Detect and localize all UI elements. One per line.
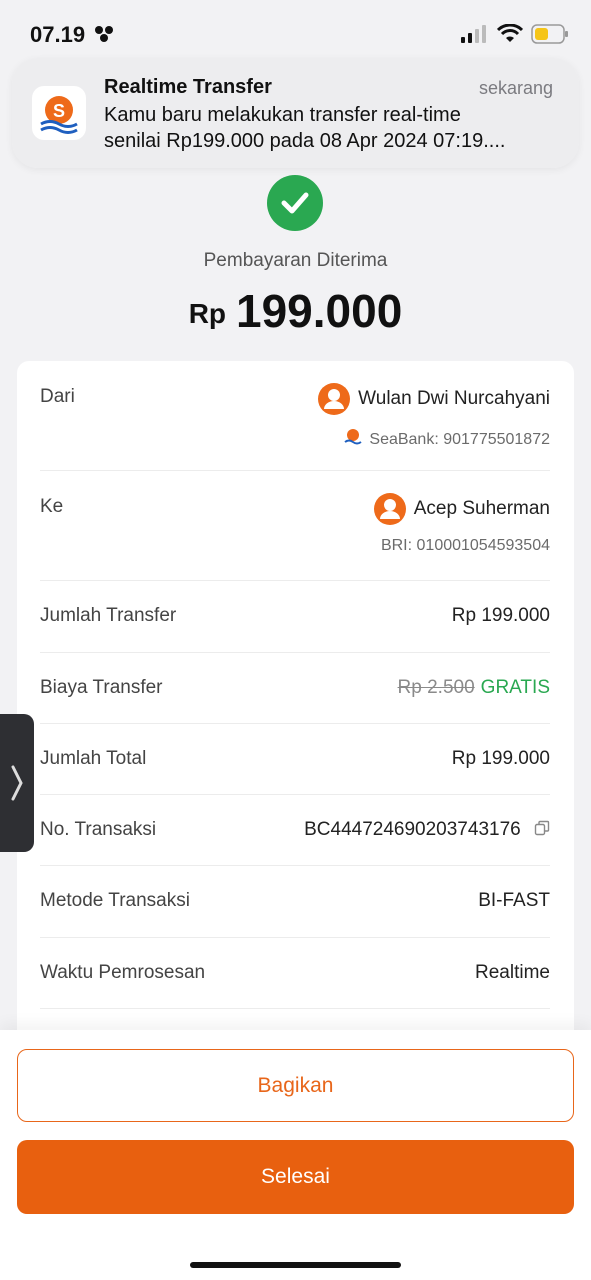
mindfulness-icon	[92, 24, 116, 49]
amount-currency: Rp	[188, 298, 227, 329]
to-name-wrap: Acep Suherman	[373, 493, 550, 525]
notification-time: sekarang	[478, 78, 553, 98]
transfer-amount-row: Jumlah Transfer Rp 199.000	[40, 581, 550, 653]
status-icons	[461, 24, 569, 44]
transfer-fee-row: Biaya Transfer Rp 2.500 GRATIS	[40, 653, 550, 724]
done-button[interactable]: Selesai	[17, 1140, 574, 1214]
seabank-icon	[344, 429, 362, 445]
method-value: BI-FAST	[478, 890, 550, 911]
notification-banner[interactable]: S Realtime Transfer sekarang Kamu baru m…	[12, 58, 579, 168]
battery-icon	[531, 24, 568, 44]
to-label: Ke	[40, 496, 64, 517]
method-label: Metode Transaksi	[40, 890, 190, 911]
notification-body-line: Kamu baru melakukan transfer real-time	[104, 104, 461, 126]
from-name-wrap: Wulan Dwi Nurcahyani	[318, 383, 550, 415]
avatar-icon	[373, 493, 406, 525]
wifi-icon	[497, 24, 523, 42]
share-button[interactable]: Bagikan	[17, 1049, 574, 1122]
notification-body-line: senilai Rp199.000 pada 08 Apr 2024 07:19…	[104, 130, 506, 152]
transaction-details-card: Dari Wulan Dwi Nurcahyani SeaBank: 90177…	[17, 361, 574, 1061]
transfer-fee-original: Rp 2.500	[397, 677, 475, 698]
chevron-right-icon	[11, 765, 23, 801]
total-value: Rp 199.000	[451, 748, 550, 769]
transfer-fee-value-wrap: Rp 2.500 GRATIS	[398, 677, 550, 699]
processing-row: Waktu Pemrosesan Realtime	[40, 938, 550, 1009]
total-row: Jumlah Total Rp 199.000	[40, 724, 550, 795]
side-expand-tab[interactable]	[0, 714, 34, 852]
transfer-amount-label: Jumlah Transfer	[40, 605, 177, 626]
method-row: Metode Transaksi BI-FAST	[40, 866, 550, 938]
transfer-fee-label: Biaya Transfer	[40, 677, 163, 698]
payment-amount: Rp 199.000	[0, 284, 591, 338]
transfer-fee-free: GRATIS	[480, 677, 550, 698]
home-indicator[interactable]	[190, 1262, 401, 1268]
amount-value: 199.000	[236, 285, 403, 337]
status-time: 07.19	[30, 22, 86, 47]
from-name: Wulan Dwi Nurcahyani	[358, 388, 550, 410]
signal-icon	[461, 25, 486, 43]
seabank-app-icon: S	[32, 86, 86, 140]
processing-value: Realtime	[475, 962, 550, 983]
avatar-icon	[318, 383, 351, 415]
payment-status-label: Pembayaran Diterima	[203, 250, 388, 271]
transaction-number-wrap: BC444724690203743176	[304, 819, 550, 841]
from-account-wrap: SeaBank: 901775501872	[343, 427, 550, 449]
transaction-number-row: No. Transaksi BC444724690203743176	[40, 795, 550, 866]
notification-body: Kamu baru melakukan transfer real-time s…	[104, 102, 564, 154]
total-label: Jumlah Total	[40, 748, 147, 769]
processing-label: Waktu Pemrosesan	[40, 962, 206, 983]
transaction-number-value: BC444724690203743176	[304, 819, 521, 840]
copy-icon[interactable]	[534, 820, 550, 836]
notification-title: Realtime Transfer	[104, 76, 272, 98]
svg-text:S: S	[53, 101, 65, 121]
to-name: Acep Suherman	[413, 498, 550, 520]
transaction-number-label: No. Transaksi	[40, 819, 157, 840]
from-account: SeaBank: 901775501872	[369, 431, 550, 448]
to-account: BRI: 010001054593504	[380, 537, 550, 554]
transfer-amount-value: Rp 199.000	[451, 605, 550, 626]
from-label: Dari	[40, 386, 75, 407]
from-row: Dari Wulan Dwi Nurcahyani SeaBank: 90177…	[40, 361, 550, 471]
success-check-icon	[267, 175, 323, 231]
to-row: Ke Acep Suherman BRI: 010001054593504	[40, 471, 550, 581]
